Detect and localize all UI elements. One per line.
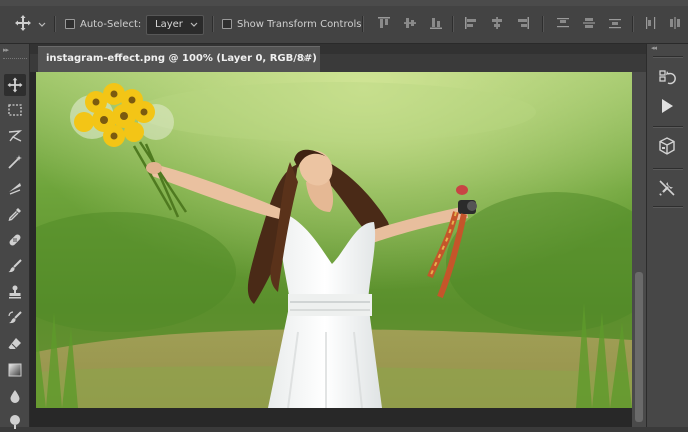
photo-woman-in-meadow <box>36 72 632 408</box>
rect-marquee-icon <box>8 104 22 116</box>
auto-select-label: Auto-Select: <box>80 19 142 30</box>
history-icon <box>659 70 676 85</box>
document-image[interactable] <box>36 72 632 408</box>
history-brush-tool[interactable] <box>4 307 26 329</box>
brush-icon <box>8 259 22 273</box>
layer-select-value: Layer <box>155 19 183 30</box>
show-transform-checkbox[interactable] <box>222 19 232 29</box>
options-bar: Auto-Select: Layer Show Transform Contro… <box>0 0 688 44</box>
marquee-tool[interactable] <box>4 99 26 121</box>
crop-icon <box>9 183 21 195</box>
align-horizontal-centers-icon[interactable] <box>490 16 504 30</box>
auto-select-target-dropdown[interactable]: Layer <box>146 15 204 35</box>
divider <box>362 16 364 32</box>
move-icon <box>7 77 23 93</box>
align-bottom-edges-icon[interactable] <box>429 16 443 30</box>
3d-panel-button[interactable] <box>657 136 677 156</box>
divider <box>632 16 634 32</box>
show-transform-label: Show Transform Controls <box>237 19 362 30</box>
stamp-tool[interactable] <box>4 281 26 303</box>
document-tab[interactable]: instagram-effect.png @ 100% (Layer 0, RG… <box>38 46 320 72</box>
brush-tool[interactable] <box>4 255 26 277</box>
divider <box>653 126 683 128</box>
eraser-icon <box>8 338 21 349</box>
chevron-down-icon[interactable] <box>38 22 46 28</box>
scrollbar-thumb[interactable] <box>635 272 643 422</box>
lasso-icon <box>8 130 23 142</box>
quick-select-tool[interactable] <box>4 151 26 173</box>
divider <box>653 56 683 58</box>
close-tab-icon[interactable]: × <box>301 52 310 65</box>
distribute-left-icon[interactable] <box>644 16 658 30</box>
document-tab-title: instagram-effect.png @ 100% (Layer 0, RG… <box>46 53 317 64</box>
divider <box>452 16 454 32</box>
collapse-panel-icon[interactable]: ▸▸ <box>3 46 9 54</box>
blur-tool[interactable] <box>4 385 26 407</box>
dodge-tool[interactable] <box>4 410 26 432</box>
magic-wand-icon <box>8 155 22 169</box>
drop-icon <box>10 390 20 403</box>
eraser-tool[interactable] <box>4 333 26 355</box>
move-tool[interactable] <box>4 74 26 96</box>
align-top-edges-icon[interactable] <box>377 16 391 30</box>
divider <box>653 168 683 170</box>
align-left-edges-icon[interactable] <box>464 16 478 30</box>
eyedropper-tool[interactable] <box>4 203 26 225</box>
vertical-scrollbar[interactable] <box>632 72 646 427</box>
canvas-area[interactable] <box>30 72 640 427</box>
align-right-edges-icon[interactable] <box>516 16 530 30</box>
auto-select-checkbox[interactable] <box>65 19 75 29</box>
tools-panel-button[interactable] <box>657 178 677 198</box>
stamp-icon <box>9 285 21 299</box>
chevron-down-icon <box>190 22 198 27</box>
gradient-tool[interactable] <box>4 359 26 381</box>
align-vertical-centers-icon[interactable] <box>403 16 417 30</box>
divider <box>54 16 56 32</box>
divider <box>542 16 544 32</box>
expand-panels-icon[interactable]: ◂◂ <box>651 44 657 52</box>
distribute-top-icon[interactable] <box>556 16 570 30</box>
cube-icon <box>659 137 675 155</box>
eyedropper-icon <box>8 208 21 221</box>
play-icon <box>662 99 673 113</box>
menu-bar-remnant <box>0 0 688 6</box>
healing-tool[interactable] <box>4 229 26 251</box>
distribute-horizontal-centers-icon[interactable] <box>668 16 682 30</box>
collapsed-panels-dock: ◂◂ <box>646 44 688 427</box>
gradient-icon <box>8 363 22 377</box>
move-tool-preset-icon[interactable] <box>14 14 32 32</box>
history-brush-icon <box>8 311 22 324</box>
actions-panel-button[interactable] <box>657 96 677 116</box>
distribute-bottom-icon[interactable] <box>608 16 622 30</box>
divider <box>212 16 214 32</box>
tools-panel: ▸▸ <box>0 44 30 429</box>
lasso-tool[interactable] <box>4 125 26 147</box>
panel-grip[interactable] <box>3 58 27 61</box>
divider <box>653 206 683 208</box>
crop-tool[interactable] <box>4 177 26 199</box>
tools-icon <box>659 180 675 196</box>
distribute-vertical-centers-icon[interactable] <box>582 16 596 30</box>
history-panel-button[interactable] <box>657 68 677 88</box>
bandage-icon <box>9 234 21 246</box>
